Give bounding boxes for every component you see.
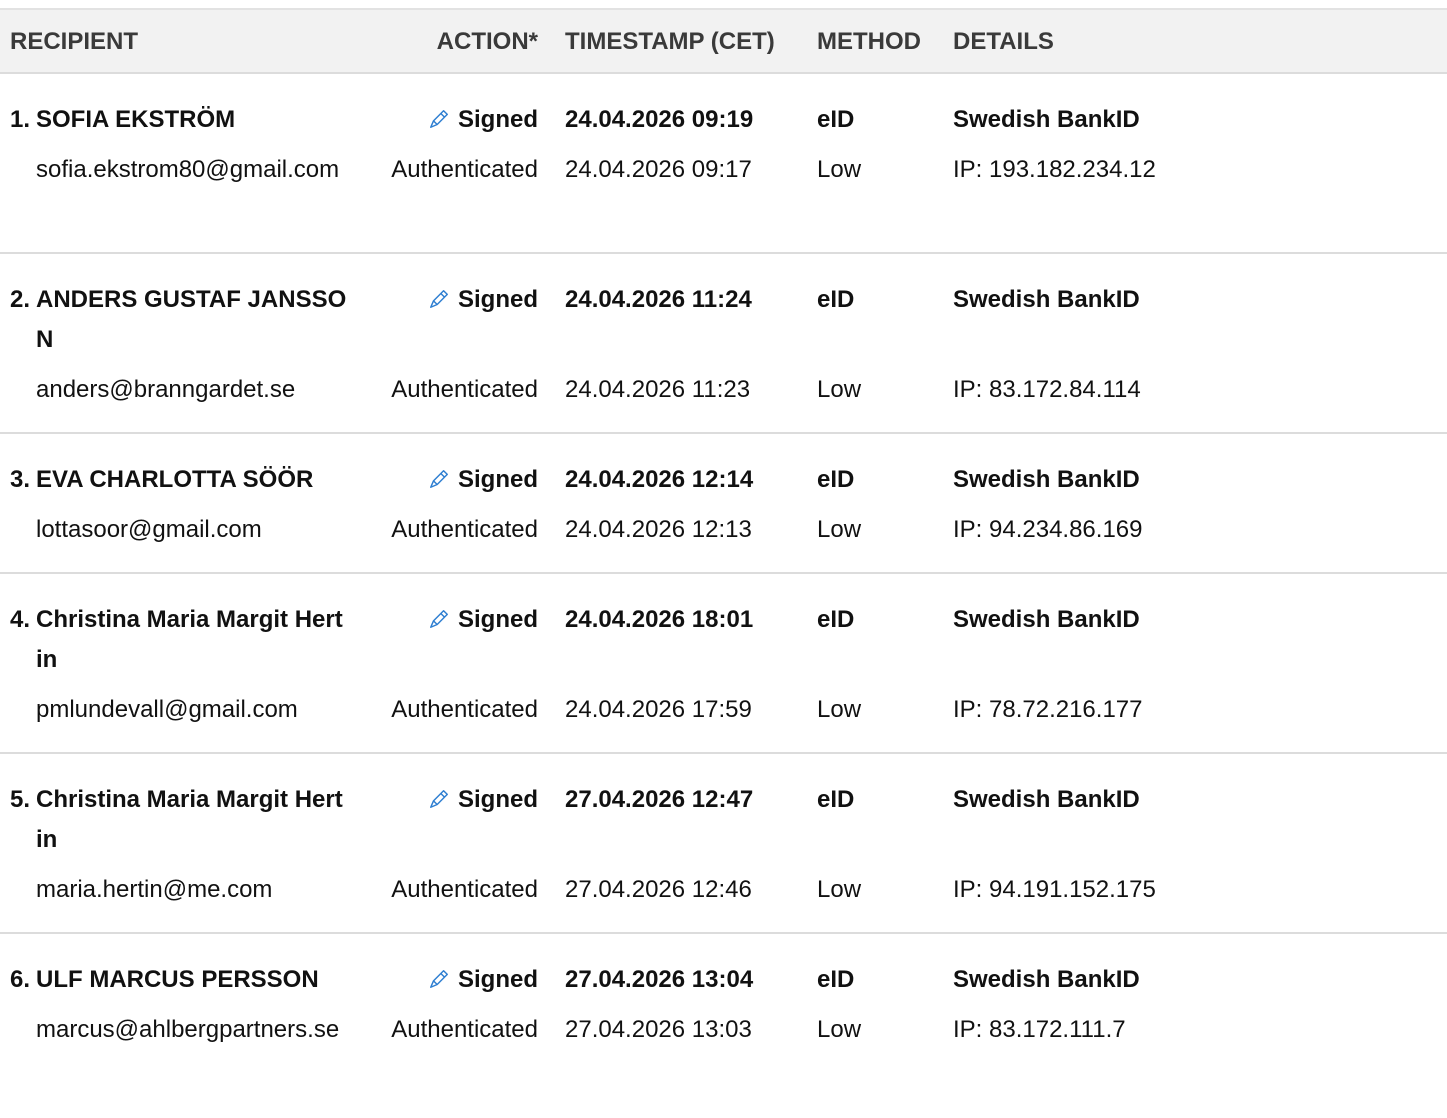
recipient-email: pmlundevall@gmail.com — [36, 696, 298, 723]
row-number: 4. — [10, 606, 31, 633]
signed-method: eID — [817, 106, 855, 133]
auth-action: Authenticated — [391, 1016, 538, 1043]
signed-action: Signed — [428, 780, 538, 820]
table-row: 3. EVA CHARLOTTA SÖÖR Signed 24.04.2026 … — [0, 434, 1447, 574]
signed-label: Signed — [457, 286, 538, 313]
auth-method: Low — [817, 1016, 862, 1043]
signed-timestamp: 24.04.2026 11:24 — [565, 286, 752, 313]
pen-icon — [430, 290, 448, 308]
signed-label: Signed — [457, 966, 538, 993]
signed-label: Signed — [457, 786, 538, 813]
auth-details: IP: 78.72.216.177 — [953, 696, 1143, 723]
signed-timestamp: 24.04.2026 09:19 — [565, 106, 754, 133]
header-details: DETAILS — [953, 28, 1054, 55]
signed-label: Signed — [457, 106, 538, 133]
header-action: ACTION* — [436, 28, 538, 55]
signed-method: eID — [817, 286, 855, 313]
signed-action: Signed — [428, 280, 538, 320]
auth-method: Low — [817, 876, 862, 903]
auth-method: Low — [817, 156, 862, 183]
audit-trail-table: RECIPIENT ACTION* TIMESTAMP (CET) METHOD… — [0, 8, 1447, 1109]
auth-details: IP: 193.182.234.12 — [953, 156, 1156, 183]
auth-details: IP: 94.234.86.169 — [953, 516, 1143, 543]
auth-timestamp: 24.04.2026 17:59 — [565, 696, 752, 723]
auth-action: Authenticated — [391, 696, 538, 723]
signed-timestamp: 24.04.2026 12:14 — [565, 466, 754, 493]
auth-timestamp: 24.04.2026 12:13 — [565, 516, 752, 543]
recipient-email: marcus@ahlbergpartners.se — [36, 1016, 340, 1043]
table-row: 5. Christina Maria Margit Hertin Signed … — [0, 754, 1447, 934]
signed-details: Swedish BankID — [953, 606, 1140, 633]
auth-timestamp: 27.04.2026 12:46 — [565, 876, 752, 903]
row-number: 3. — [10, 466, 31, 493]
recipient-name: SOFIA EKSTRÖM — [36, 106, 236, 133]
signed-details: Swedish BankID — [953, 966, 1140, 993]
signed-action: Signed — [428, 960, 538, 1000]
row-number: 5. — [10, 786, 31, 813]
header-timestamp: TIMESTAMP (CET) — [565, 28, 775, 55]
pen-icon — [430, 470, 448, 488]
row-number: 2. — [10, 286, 31, 313]
recipient-name: EVA CHARLOTTA SÖÖR — [36, 466, 314, 493]
recipient-email: sofia.ekstrom80@gmail.com — [36, 156, 340, 183]
header-recipient: RECIPIENT — [10, 28, 139, 55]
auth-timestamp: 24.04.2026 09:17 — [565, 156, 752, 183]
auth-action: Authenticated — [391, 156, 538, 183]
signed-action: Signed — [428, 460, 538, 500]
signed-timestamp: 27.04.2026 13:04 — [565, 966, 754, 993]
auth-method: Low — [817, 516, 862, 543]
signed-details: Swedish BankID — [953, 286, 1140, 313]
table-row: 4. Christina Maria Margit Hertin Signed … — [0, 574, 1447, 754]
row-number: 6. — [10, 966, 31, 993]
recipient-name: ANDERS GUSTAF JANSSON — [36, 286, 347, 353]
auth-action: Authenticated — [391, 876, 538, 903]
auth-action: Authenticated — [391, 376, 538, 403]
auth-details: IP: 94.191.152.175 — [953, 876, 1156, 903]
signed-method: eID — [817, 606, 855, 633]
auth-method: Low — [817, 376, 862, 403]
auth-action: Authenticated — [391, 516, 538, 543]
recipient-name: Christina Maria Margit Hertin — [36, 786, 343, 853]
table-row: 1. SOFIA EKSTRÖM Signed 24.04.2026 09:19… — [0, 74, 1447, 254]
signed-label: Signed — [457, 466, 538, 493]
pen-icon — [430, 610, 448, 628]
pen-icon — [430, 790, 448, 808]
recipient-name: ULF MARCUS PERSSON — [36, 966, 319, 993]
recipient-email: maria.hertin@me.com — [36, 876, 273, 903]
auth-details: IP: 83.172.84.114 — [953, 376, 1141, 403]
signed-details: Swedish BankID — [953, 466, 1140, 493]
signed-timestamp: 24.04.2026 18:01 — [565, 606, 754, 633]
signed-action: Signed — [428, 100, 538, 140]
auth-timestamp: 27.04.2026 13:03 — [565, 1016, 752, 1043]
header-method: METHOD — [817, 28, 921, 55]
row-number: 1. — [10, 106, 31, 133]
signed-method: eID — [817, 786, 855, 813]
signed-details: Swedish BankID — [953, 786, 1140, 813]
pen-icon — [430, 970, 448, 988]
signed-method: eID — [817, 466, 855, 493]
signed-timestamp: 27.04.2026 12:47 — [565, 786, 754, 813]
pen-icon — [430, 110, 448, 128]
auth-method: Low — [817, 696, 862, 723]
recipient-email: lottasoor@gmail.com — [36, 516, 262, 543]
recipient-name: Christina Maria Margit Hertin — [36, 606, 343, 673]
signed-method: eID — [817, 966, 855, 993]
signed-action: Signed — [428, 600, 538, 640]
table-header: RECIPIENT ACTION* TIMESTAMP (CET) METHOD… — [0, 8, 1447, 74]
signed-details: Swedish BankID — [953, 106, 1140, 133]
table-row: 6. ULF MARCUS PERSSON Signed 27.04.2026 … — [0, 934, 1447, 1109]
recipient-email: anders@branngardet.se — [36, 376, 296, 403]
signed-label: Signed — [457, 606, 538, 633]
auth-details: IP: 83.172.111.7 — [953, 1016, 1126, 1043]
auth-timestamp: 24.04.2026 11:23 — [565, 376, 751, 403]
table-row: 2. ANDERS GUSTAF JANSSON Signed 24.04.20… — [0, 254, 1447, 434]
